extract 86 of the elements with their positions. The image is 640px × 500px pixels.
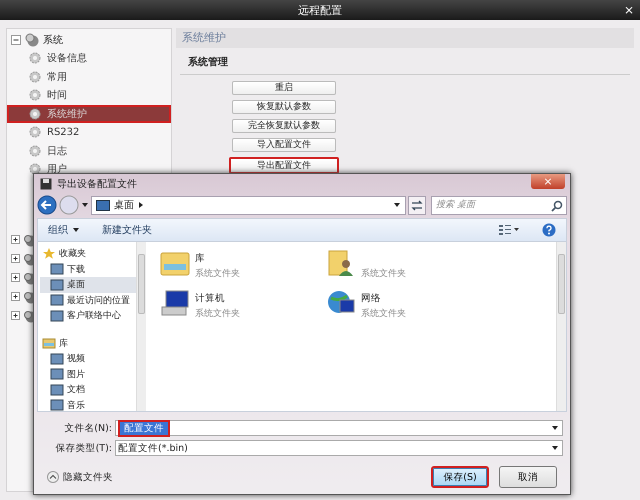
- folder-icon: [50, 382, 64, 397]
- chevron-icon[interactable]: [138, 201, 144, 209]
- save-button[interactable]: 保存(S): [431, 466, 489, 488]
- filetype-dropdown[interactable]: 配置文件(*.bin): [115, 440, 563, 456]
- folder-icon: [50, 398, 64, 411]
- breadcrumb-item[interactable]: 桌面: [114, 198, 134, 212]
- gear-icon: [29, 52, 41, 64]
- toolbar-button[interactable]: 新建文件夹: [102, 223, 152, 237]
- folder-icon: [50, 352, 64, 366]
- window-title: 远程配置: [298, 2, 342, 18]
- item-name[interactable]: 计算机: [195, 292, 240, 305]
- tree-item[interactable]: 时间: [7, 86, 171, 104]
- tree-item[interactable]: 常用: [7, 68, 171, 86]
- nav-item[interactable]: 下载: [40, 262, 136, 277]
- expand-toggle[interactable]: [11, 311, 20, 320]
- tree-item[interactable]: RS232: [7, 123, 171, 142]
- desktop-icon: [96, 200, 110, 210]
- help-icon[interactable]: [542, 223, 556, 237]
- nav-item[interactable]: 桌面: [40, 277, 136, 292]
- library-icon: [42, 336, 56, 350]
- system-icon: [25, 33, 39, 47]
- back-icon[interactable]: [37, 195, 57, 215]
- nav-item[interactable]: 图片: [40, 366, 136, 382]
- address-bar[interactable]: 桌面: [91, 196, 406, 214]
- folder-icon: [50, 293, 64, 308]
- collapse-toggle[interactable]: [11, 35, 21, 45]
- action-button[interactable]: 完全恢复默认参数: [232, 119, 336, 133]
- caret-icon[interactable]: [551, 444, 559, 452]
- toolbar-button[interactable]: 组织: [48, 223, 80, 237]
- nav-item[interactable]: 文档: [40, 382, 136, 398]
- field-label: 保存类型(T):: [54, 442, 113, 454]
- gear-icon: [29, 108, 41, 120]
- action-button[interactable]: 导出配置文件: [229, 157, 339, 174]
- scrollbar[interactable]: [136, 242, 146, 411]
- nav-item[interactable]: 最近访问的位置: [40, 292, 136, 308]
- expand-toggle[interactable]: [11, 254, 20, 263]
- gear-icon: [29, 70, 41, 83]
- action-button[interactable]: 重启: [232, 81, 336, 95]
- folder-icon: [50, 262, 64, 276]
- scrollbar[interactable]: [556, 242, 566, 411]
- action-button[interactable]: 恢复默认参数: [232, 100, 336, 114]
- item-type: 系统文件夹: [195, 268, 240, 280]
- cancel-button[interactable]: 取消: [499, 466, 557, 488]
- nav-item[interactable]: 客户联络中心: [40, 308, 136, 324]
- tree-item[interactable]: 系统维护: [7, 104, 171, 123]
- nav-item[interactable]: 音乐: [40, 398, 136, 411]
- search-icon: [551, 200, 563, 212]
- gear-icon: [29, 89, 41, 102]
- item-type: 系统文件夹: [361, 308, 406, 320]
- tree-item[interactable]: 日志: [7, 142, 171, 160]
- item-name[interactable]: 库: [195, 252, 240, 265]
- action-button[interactable]: 导入配置文件: [232, 138, 336, 152]
- close-button[interactable]: ×: [624, 3, 634, 17]
- caret-icon[interactable]: [72, 226, 80, 234]
- tree-item[interactable]: 系统: [43, 33, 63, 47]
- section-title: 系统管理: [180, 48, 630, 75]
- panel-header: 系统维护: [176, 28, 634, 48]
- folder-icon: [50, 278, 64, 292]
- expand-toggle[interactable]: [11, 235, 20, 244]
- refresh-button[interactable]: [408, 196, 426, 214]
- caret-icon[interactable]: [81, 201, 89, 209]
- expand-toggle[interactable]: [11, 292, 20, 301]
- item-name[interactable]: 网络: [361, 292, 406, 305]
- nav-item[interactable]: 库: [40, 336, 136, 351]
- filename-field[interactable]: 配置文件: [115, 420, 563, 436]
- gear-icon: [29, 144, 41, 157]
- field-label: 文件名(N):: [63, 422, 113, 434]
- computer-icon: [160, 288, 190, 318]
- collapse-icon: [47, 471, 59, 483]
- search-field[interactable]: 搜索 桌面: [431, 196, 567, 214]
- tree-item[interactable]: 设备信息: [7, 49, 171, 68]
- item-type: 系统文件夹: [195, 308, 240, 320]
- hide-folders-toggle[interactable]: 隐藏文件夹: [47, 470, 113, 484]
- dialog-title: 导出设备配置文件: [57, 178, 137, 191]
- gear-icon: [29, 126, 41, 138]
- folder-icon: [50, 367, 64, 382]
- folder-icon: [50, 308, 64, 323]
- nav-item[interactable]: 收藏夹: [40, 246, 136, 262]
- view-options-icon[interactable]: [498, 224, 520, 236]
- expand-toggle[interactable]: [11, 273, 20, 282]
- user-folder-icon: [326, 248, 356, 278]
- caret-icon[interactable]: [393, 201, 401, 209]
- nav-item[interactable]: 视频: [40, 351, 136, 366]
- star-icon: [42, 246, 56, 261]
- item-type: 系统文件夹: [361, 268, 406, 280]
- caret-icon[interactable]: [551, 424, 559, 432]
